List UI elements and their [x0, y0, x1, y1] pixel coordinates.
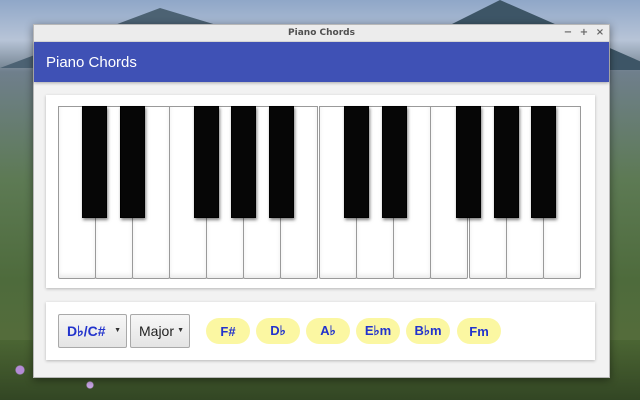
close-button[interactable]: ×: [595, 25, 605, 41]
window-controls: − + ×: [563, 25, 605, 41]
chord-button[interactable]: Fm: [457, 318, 501, 344]
chord-button[interactable]: A♭: [306, 318, 350, 344]
black-key[interactable]: [231, 106, 256, 218]
black-key[interactable]: [531, 106, 556, 218]
root-note-value: D♭/C#: [67, 322, 106, 339]
chord-quality-value: Major: [139, 323, 175, 339]
black-key[interactable]: [494, 106, 519, 218]
chevron-down-icon: ▼: [114, 327, 121, 334]
keyboard-card: [46, 95, 595, 288]
black-key[interactable]: [82, 106, 107, 218]
chord-button[interactable]: F#: [206, 318, 250, 344]
chevron-down-icon: ▼: [177, 327, 184, 334]
black-key[interactable]: [344, 106, 369, 218]
chord-button[interactable]: D♭: [256, 318, 300, 344]
piano-keyboard: [58, 106, 581, 279]
maximize-button[interactable]: +: [579, 25, 589, 41]
chord-controls-card: D♭/C# ▼ Major ▼ F# D♭ A♭ E♭m B♭m Fm: [46, 302, 595, 360]
chord-button[interactable]: B♭m: [406, 318, 450, 344]
window-title: Piano Chords: [288, 28, 355, 38]
app-window: Piano Chords − + × Piano Chords D♭/C# ▼ …: [33, 24, 610, 378]
app-header: Piano Chords: [34, 42, 609, 82]
app-title: Piano Chords: [46, 53, 137, 71]
chord-button[interactable]: E♭m: [356, 318, 400, 344]
chord-quality-select[interactable]: Major ▼: [130, 314, 190, 348]
black-key[interactable]: [382, 106, 407, 218]
minimize-button[interactable]: −: [563, 25, 573, 41]
root-note-select[interactable]: D♭/C# ▼: [58, 314, 127, 348]
black-key[interactable]: [269, 106, 294, 218]
black-key[interactable]: [194, 106, 219, 218]
black-key[interactable]: [456, 106, 481, 218]
window-titlebar[interactable]: Piano Chords − + ×: [34, 25, 609, 42]
black-key[interactable]: [120, 106, 145, 218]
